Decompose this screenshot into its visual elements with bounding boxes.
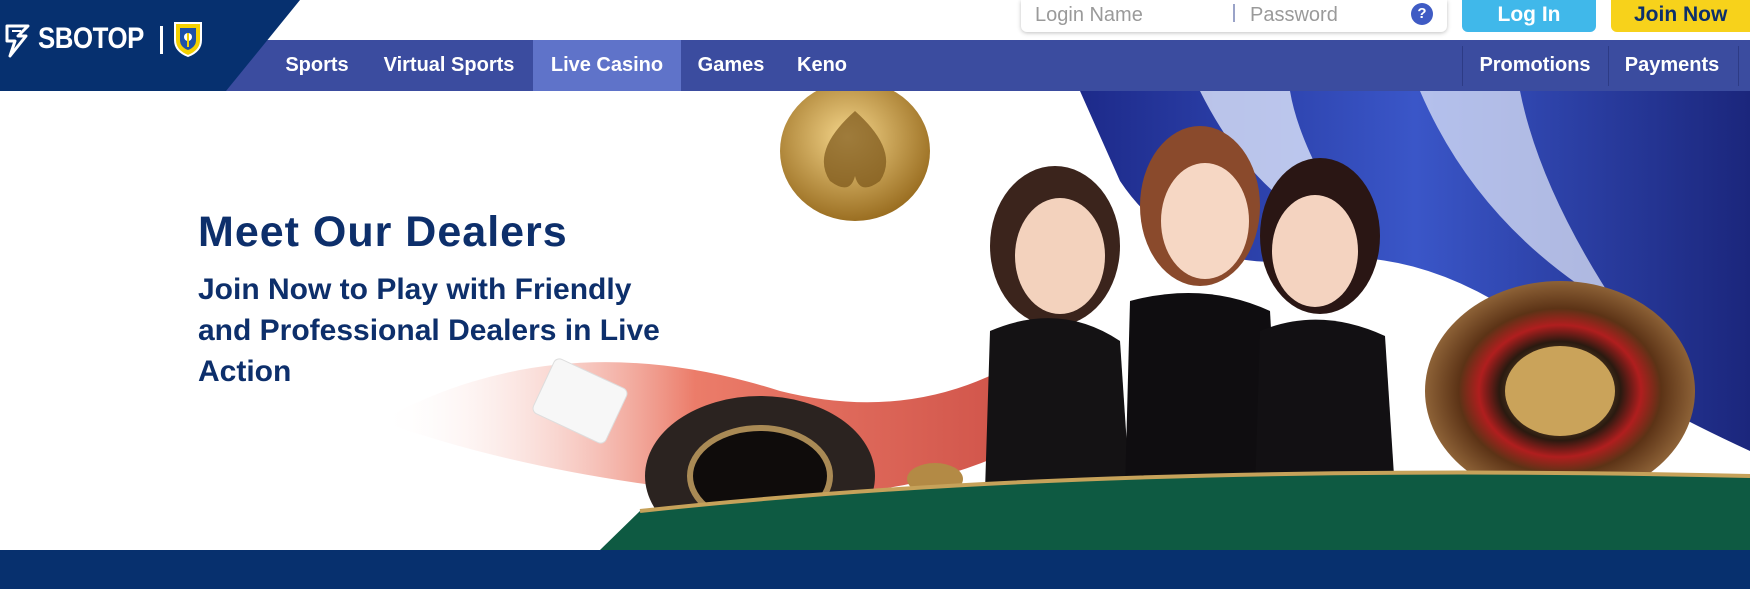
nav-item-games[interactable]: Games [688, 40, 774, 91]
nav-item-promotions[interactable]: Promotions [1463, 40, 1607, 91]
hero-title: Meet Our Dealers [198, 208, 568, 256]
nav-item-payments[interactable]: Payments [1609, 40, 1735, 91]
main-nav: Sports Virtual Sports Live Casino Games … [0, 40, 1750, 91]
nav-divider [1738, 46, 1739, 86]
hero-subtitle: Join Now to Play with Friendly and Profe… [198, 273, 660, 388]
dealers-figure [985, 126, 1395, 491]
logo-separator [160, 26, 163, 54]
nav-item-live-casino[interactable]: Live Casino [533, 40, 681, 91]
brand-name: SBOTOP [38, 22, 144, 55]
password-input[interactable] [1236, 0, 1414, 30]
login-form: ? [1021, 0, 1447, 32]
join-now-button[interactable]: Join Now [1611, 0, 1750, 32]
footer-band [0, 550, 1750, 589]
help-icon[interactable]: ? [1411, 3, 1433, 25]
login-name-input[interactable] [1021, 0, 1255, 30]
hero-banner[interactable]: Meet Our Dealers Join Now to Play with F… [0, 91, 1750, 550]
nav-item-virtual-sports[interactable]: Virtual Sports [372, 40, 526, 91]
club-crest-icon [174, 22, 202, 58]
login-button[interactable]: Log In [1462, 0, 1596, 32]
sbotop-logo-icon [5, 24, 30, 58]
nav-item-sports[interactable]: Sports [274, 40, 360, 91]
input-separator [1233, 4, 1235, 22]
nav-item-keno[interactable]: Keno [784, 40, 860, 91]
